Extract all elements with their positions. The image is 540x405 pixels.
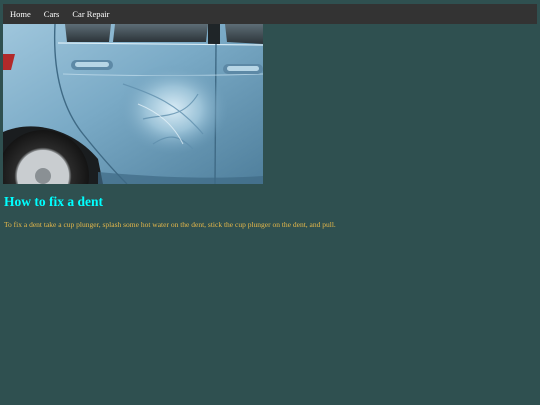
nav-link-home[interactable]: Home [3,4,37,24]
nav-link-car-repair[interactable]: Car Repair [66,4,116,24]
top-navbar: Home Cars Car Repair [3,4,537,24]
article-text: To fix a dent take a cup plunger, splash… [4,220,336,229]
page: Home Cars Car Repair How to fix a dent T… [0,0,540,405]
dented-car-photo [3,24,263,184]
article-title: How to fix a dent [4,194,103,209]
nav-link-cars[interactable]: Cars [37,4,66,24]
